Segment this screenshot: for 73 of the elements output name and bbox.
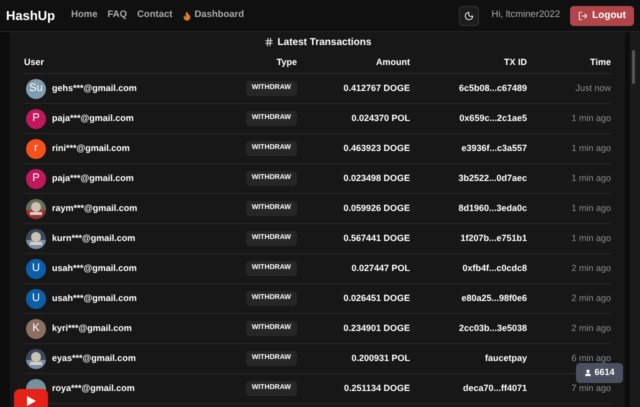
txid-cell-text: e80a25...98f0e6 — [461, 292, 527, 305]
column-header: Time — [590, 56, 611, 69]
txid-cell-text: 0xfb4f...c0cdc8 — [462, 262, 527, 275]
txid-cell-text: 2cc03b...3e5038 — [458, 322, 527, 335]
user-email: rini***@gmail.com — [52, 142, 130, 155]
flame-icon — [182, 10, 192, 20]
time-cell-text: 1 min ago — [571, 112, 611, 125]
amount-cell-text: 0.059926 DOGE — [343, 202, 410, 215]
column-header: User — [24, 56, 46, 69]
nav-link[interactable]: Dashboard — [182, 8, 244, 23]
txid-cell-text: e3936f...c3a557 — [461, 142, 527, 155]
greeting-text: Hi, ltcminer2022 — [491, 8, 560, 22]
nav-link[interactable]: Home — [71, 8, 98, 23]
logout-icon — [578, 10, 588, 20]
txid-cell-text: 0x659c...2c1ae5 — [459, 112, 527, 125]
online-count: 6614 — [594, 366, 615, 380]
amount-cell-text: 0.026451 DOGE — [343, 292, 410, 305]
amount-cell-text: 0.234901 DOGE — [343, 322, 410, 335]
column-header: Amount — [376, 56, 410, 69]
amount-cell-text: 0.251134 DOGE — [344, 382, 410, 395]
play-icon — [26, 396, 36, 406]
time-cell-text: 1 min ago — [571, 202, 611, 215]
avatar: P — [26, 108, 46, 128]
user-email: gehs***@gmail.com — [52, 82, 137, 95]
avatar: U — [26, 258, 46, 278]
txid-cell-text: 6c5b08...c67489 — [458, 82, 527, 95]
avatar: Su — [26, 78, 46, 98]
user-email: usah***@gmail.com — [52, 262, 137, 275]
user-icon — [584, 369, 592, 377]
time-cell-text: 2 min ago — [571, 292, 611, 305]
txid-cell-text: faucetpay — [484, 352, 527, 365]
video-play-button[interactable] — [14, 389, 48, 407]
user-email: kyri***@gmail.com — [52, 322, 132, 335]
time-cell-text: 6 min ago — [571, 352, 611, 365]
logout-button[interactable]: Logout — [570, 6, 634, 26]
user-email: eyas***@gmail.com — [52, 352, 136, 365]
txid-cell-text: 3b2522...0d7aec — [458, 172, 527, 185]
amount-cell-text: 0.463923 DOGE — [343, 142, 410, 155]
column-header: TX ID — [504, 56, 527, 69]
brand-logo[interactable]: HashUp — [6, 6, 56, 26]
hash-icon — [264, 37, 274, 47]
time-cell-text: 7 min ago — [571, 382, 611, 395]
time-cell-text: 2 min ago — [571, 262, 611, 275]
amount-cell-text: 0.200931 POL — [351, 352, 410, 365]
user-email: usah***@gmail.com — [52, 292, 137, 305]
time-cell-text: Just now — [575, 82, 611, 95]
user-email: roya***@gmail.com — [52, 382, 135, 395]
nav-link[interactable]: FAQ — [108, 8, 128, 23]
user-email: kurn***@gmail.com — [52, 232, 136, 245]
user-email: raym***@gmail.com — [52, 202, 138, 215]
amount-cell-text: 0.024370 POL — [351, 112, 410, 125]
avatar: U — [26, 288, 46, 308]
avatar: r — [26, 138, 46, 158]
txid-cell-text: 8d1960...3eda0c — [458, 202, 527, 215]
column-header: Type — [276, 56, 297, 69]
amount-cell-text: 0.023498 DOGE — [343, 172, 410, 185]
user-email: paja***@gmail.com — [52, 172, 134, 185]
theme-toggle-button[interactable] — [459, 6, 480, 26]
nav-link[interactable]: Contact — [137, 8, 172, 23]
time-cell-text: 1 min ago — [571, 172, 611, 185]
section-title: Latest Transactions — [278, 36, 372, 50]
time-cell-text: 1 min ago — [571, 232, 611, 245]
amount-cell-text: 0.412767 DOGE — [343, 82, 410, 95]
amount-cell-text: 0.027447 POL — [351, 262, 410, 275]
time-cell-text: 2 min ago — [571, 322, 611, 335]
avatar: K — [26, 318, 46, 338]
amount-cell-text: 0.567441 DOGE — [343, 232, 410, 245]
moon-icon — [464, 10, 474, 20]
txid-cell-text: 1f207b...e751b1 — [460, 232, 527, 245]
txid-cell-text: deca70...ff4071 — [462, 382, 527, 395]
avatar: P — [26, 168, 46, 188]
time-cell-text: 1 min ago — [571, 142, 611, 155]
user-email: paja***@gmail.com — [52, 112, 134, 125]
